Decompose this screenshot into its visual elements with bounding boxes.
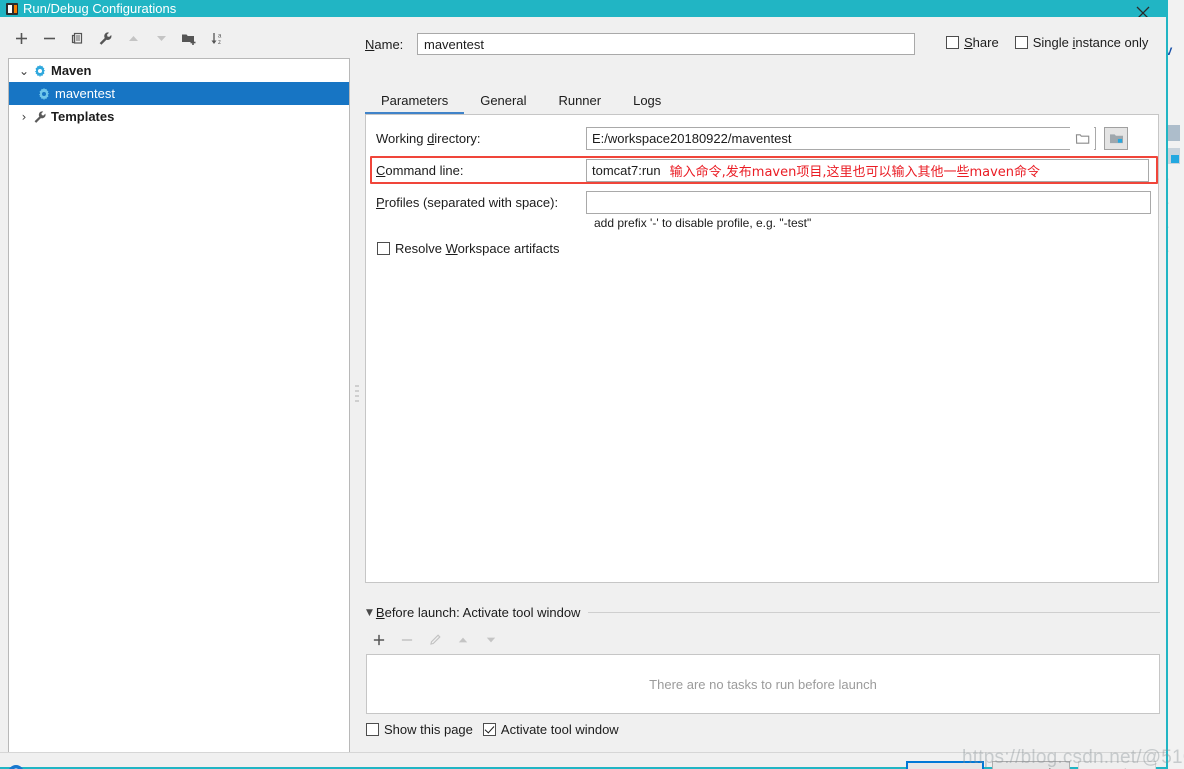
configurations-toolbar: a z bbox=[8, 25, 348, 51]
single-instance-checkbox-box bbox=[1014, 36, 1028, 49]
remove-task-button[interactable] bbox=[394, 628, 420, 652]
share-checkbox-box bbox=[946, 36, 959, 49]
single-instance-checkbox-label: Single instance only bbox=[1032, 35, 1149, 50]
footer-divider bbox=[0, 752, 1166, 753]
tab-runner[interactable]: Runner bbox=[542, 88, 617, 114]
splitter-grip bbox=[355, 385, 359, 405]
dialog-body: a z ⌄ Maven maventest › Templates Name: … bbox=[0, 17, 1166, 769]
command-line-label: Command line: bbox=[376, 162, 464, 178]
apply-button: Apply bbox=[1078, 761, 1156, 769]
resolve-workspace-checkbox-box bbox=[377, 242, 390, 255]
pencil-icon[interactable] bbox=[422, 628, 448, 652]
command-line-value: tomcat7:run bbox=[592, 162, 661, 178]
resolve-workspace-artifacts-checkbox[interactable]: Resolve Workspace artifacts bbox=[377, 241, 560, 256]
working-directory-row: Working directory: bbox=[376, 124, 1151, 152]
intellij-idea-icon bbox=[6, 2, 18, 15]
tree-node-templates[interactable]: › Templates bbox=[9, 105, 349, 128]
name-label: Name: bbox=[365, 36, 404, 52]
tree-node-label: Maven bbox=[51, 63, 92, 78]
before-launch-divider bbox=[588, 612, 1160, 613]
move-down-button[interactable] bbox=[148, 26, 174, 50]
tree-node-label: maventest bbox=[55, 86, 115, 101]
run-debug-configurations-dialog: Run/Debug Configurations a z ⌄ Maven mav… bbox=[0, 0, 1168, 769]
task-move-up-button[interactable] bbox=[450, 628, 476, 652]
profiles-input[interactable] bbox=[586, 190, 1151, 214]
name-row: Name: bbox=[365, 33, 915, 55]
dialog-title: Run/Debug Configurations bbox=[23, 1, 177, 16]
command-line-input[interactable]: tomcat7:run 输入命令,发布maven项目,这里也可以输入其他一些ma… bbox=[586, 158, 1149, 182]
cancel-button[interactable]: Cancel bbox=[992, 761, 1070, 769]
before-launch-checkboxes: Show this page Activate tool window bbox=[366, 722, 619, 737]
profiles-hint: add prefix '-' to disable profile, e.g. … bbox=[594, 216, 812, 230]
parameters-tab-panel: Working directory: E:/workspace20180922/… bbox=[365, 114, 1159, 583]
new-folder-button[interactable] bbox=[176, 26, 202, 50]
copy-configuration-button[interactable] bbox=[64, 26, 90, 50]
tab-general[interactable]: General bbox=[464, 88, 542, 114]
working-directory-label: Working directory: bbox=[376, 130, 481, 146]
panel-splitter[interactable] bbox=[352, 17, 362, 767]
dialog-titlebar: Run/Debug Configurations bbox=[0, 0, 1166, 17]
add-task-button[interactable] bbox=[366, 628, 392, 652]
command-line-row: Command line: tomcat7:run 输入命令,发布maven项目… bbox=[376, 156, 1151, 184]
maven-gear-icon bbox=[34, 64, 46, 77]
ok-button[interactable]: OK bbox=[906, 761, 984, 769]
folder-open-icon[interactable] bbox=[1070, 126, 1094, 150]
show-this-page-label: Show this page bbox=[384, 722, 473, 737]
configuration-tabs: Parameters General Runner Logs bbox=[365, 87, 1163, 114]
footer-buttons: OK Cancel Apply bbox=[906, 761, 1156, 769]
before-launch-header: ▼ Before launch: Activate tool window bbox=[366, 605, 1160, 620]
share-checkbox[interactable]: Share bbox=[946, 35, 999, 50]
tree-node-maven[interactable]: ⌄ Maven bbox=[9, 59, 349, 82]
tree-node-maventest[interactable]: maventest bbox=[9, 82, 349, 105]
wrench-icon bbox=[34, 110, 46, 123]
svg-text:a: a bbox=[218, 33, 222, 39]
maven-gear-icon bbox=[38, 87, 50, 100]
activate-tool-window-checkbox[interactable]: Activate tool window bbox=[482, 722, 619, 737]
share-checkbox-label: Share bbox=[964, 35, 999, 50]
before-launch-title: Before launch: Activate tool window bbox=[375, 605, 581, 620]
profiles-label: Profiles (separated with space): bbox=[376, 194, 559, 210]
chevron-right-icon[interactable]: › bbox=[15, 110, 33, 124]
chevron-down-icon[interactable]: ⌄ bbox=[15, 64, 33, 78]
tab-parameters[interactable]: Parameters bbox=[365, 88, 465, 114]
before-launch-toolbar bbox=[366, 628, 504, 652]
activate-tool-window-label: Activate tool window bbox=[500, 722, 619, 737]
tree-node-label: Templates bbox=[51, 109, 115, 124]
resolve-workspace-artifacts-label: Resolve Workspace artifacts bbox=[395, 241, 560, 256]
before-launch-task-list[interactable]: There are no tasks to run before launch bbox=[366, 654, 1160, 714]
show-this-page-checkbox-box bbox=[366, 723, 379, 736]
remove-configuration-button[interactable] bbox=[36, 26, 62, 50]
activate-tool-window-checkbox-box bbox=[482, 723, 496, 736]
top-checkboxes: Share Single instance only bbox=[946, 35, 1148, 50]
configurations-tree[interactable]: ⌄ Maven maventest › Templates bbox=[8, 58, 350, 753]
add-configuration-button[interactable] bbox=[8, 26, 34, 50]
move-up-button[interactable] bbox=[120, 26, 146, 50]
screen-root: IV › › › › Run/Debug Configurations bbox=[0, 0, 1184, 769]
task-move-down-button[interactable] bbox=[478, 628, 504, 652]
command-line-annotation: 输入命令,发布maven项目,这里也可以输入其他一些maven命令 bbox=[669, 164, 1041, 180]
tab-logs[interactable]: Logs bbox=[617, 88, 677, 114]
svg-text:z: z bbox=[218, 40, 221, 46]
before-launch-empty-message: There are no tasks to run before launch bbox=[649, 676, 877, 692]
name-input[interactable] bbox=[417, 33, 915, 55]
edit-defaults-button[interactable] bbox=[92, 26, 118, 50]
single-instance-only-checkbox[interactable]: Single instance only bbox=[1014, 35, 1149, 50]
triangle-down-icon[interactable]: ▼ bbox=[366, 608, 373, 618]
show-this-page-checkbox[interactable]: Show this page bbox=[366, 722, 473, 737]
profiles-row: Profiles (separated with space): bbox=[376, 188, 1151, 216]
working-directory-input[interactable] bbox=[586, 126, 1096, 150]
configurations-left-panel: a z ⌄ Maven maventest › Templates bbox=[0, 17, 352, 767]
folder-module-icon[interactable] bbox=[1104, 126, 1128, 150]
sort-button[interactable]: a z bbox=[204, 26, 230, 50]
